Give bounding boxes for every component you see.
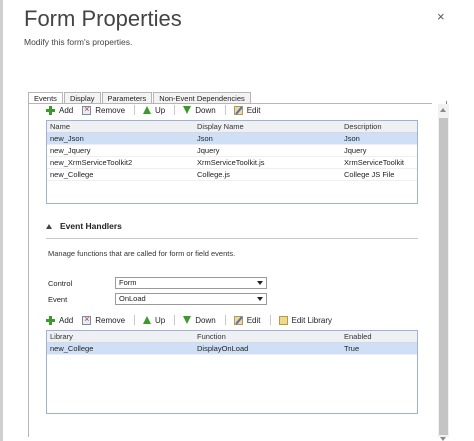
remove-icon bbox=[82, 314, 92, 325]
column-header-description[interactable]: Description bbox=[341, 121, 417, 132]
toolbar-separator bbox=[134, 315, 136, 325]
form-libraries-table: Name Display Name Description new_Json J… bbox=[46, 120, 418, 204]
move-up-handler-button[interactable]: Up bbox=[143, 316, 165, 325]
event-handlers-table: Library Function Enabled new_College Dis… bbox=[46, 330, 418, 414]
toolbar-separator bbox=[174, 315, 176, 325]
arrow-up-icon bbox=[143, 106, 152, 114]
edit-library-icon bbox=[278, 315, 288, 325]
scroll-down-icon[interactable] bbox=[440, 437, 446, 441]
section-divider bbox=[46, 238, 418, 239]
table-row[interactable]: new_XrmServiceToolkit2 XrmServiceToolkit… bbox=[47, 157, 417, 169]
toolbar-separator bbox=[224, 315, 226, 325]
arrow-up-icon bbox=[143, 316, 152, 324]
page-subtitle: Modify this form's properties. bbox=[24, 37, 133, 47]
toolbar-separator bbox=[134, 105, 136, 115]
add-library-button[interactable]: Add bbox=[46, 105, 73, 115]
move-down-library-button[interactable]: Down bbox=[183, 106, 216, 115]
event-handlers-description: Manage functions that are called for for… bbox=[48, 249, 236, 258]
edit-icon bbox=[233, 105, 243, 115]
move-up-library-button[interactable]: Up bbox=[143, 106, 165, 115]
control-select[interactable]: Form bbox=[115, 277, 267, 289]
toolbar-separator bbox=[174, 105, 176, 115]
table-row[interactable]: new_Jquery Jquery Jquery bbox=[47, 145, 417, 157]
column-header-enabled[interactable]: Enabled bbox=[341, 331, 417, 342]
scrollbar-thumb[interactable] bbox=[439, 118, 448, 435]
form-properties-dialog: Form Properties Modify this form's prope… bbox=[0, 0, 474, 441]
arrow-down-icon bbox=[183, 106, 192, 114]
toolbar-separator bbox=[269, 315, 271, 325]
edit-handler-button[interactable]: Edit bbox=[233, 315, 261, 325]
table-header: Name Display Name Description bbox=[47, 121, 417, 133]
libraries-toolbar: Add Remove Up Down Edit bbox=[46, 104, 270, 116]
plus-icon bbox=[46, 315, 55, 325]
edit-icon bbox=[233, 315, 243, 325]
window-edge bbox=[0, 0, 3, 441]
remove-handler-button[interactable]: Remove bbox=[82, 314, 125, 325]
column-header-display-name[interactable]: Display Name bbox=[194, 121, 341, 132]
event-select[interactable]: OnLoad bbox=[115, 293, 267, 305]
table-row[interactable]: new_Json Json Json bbox=[47, 133, 417, 145]
toolbar-separator bbox=[224, 105, 226, 115]
handlers-toolbar: Add Remove Up Down Edit Edit Library bbox=[46, 314, 341, 326]
table-row[interactable]: new_College College.js College JS File bbox=[47, 169, 417, 181]
column-header-function[interactable]: Function bbox=[194, 331, 341, 342]
edit-library-button[interactable]: Edit bbox=[233, 105, 261, 115]
table-header: Library Function Enabled bbox=[47, 331, 417, 343]
event-handlers-header[interactable]: Event Handlers bbox=[46, 221, 122, 231]
move-down-handler-button[interactable]: Down bbox=[183, 316, 216, 325]
scroll-up-icon[interactable] bbox=[440, 108, 446, 112]
table-row[interactable]: new_College DisplayOnLoad True bbox=[47, 343, 417, 355]
add-handler-button[interactable]: Add bbox=[46, 315, 73, 325]
control-label: Control bbox=[48, 279, 73, 288]
remove-icon bbox=[82, 104, 92, 115]
collapse-triangle-icon[interactable] bbox=[46, 223, 52, 229]
chevron-down-icon bbox=[257, 297, 263, 301]
close-icon[interactable]: × bbox=[437, 10, 445, 24]
chevron-down-icon bbox=[257, 281, 263, 285]
arrow-down-icon bbox=[183, 316, 192, 324]
edit-library-handler-button[interactable]: Edit Library bbox=[278, 315, 332, 325]
remove-library-button[interactable]: Remove bbox=[82, 104, 125, 115]
column-header-library[interactable]: Library bbox=[47, 331, 194, 342]
vertical-scrollbar[interactable] bbox=[438, 104, 449, 441]
page-title: Form Properties bbox=[24, 6, 182, 31]
column-header-name[interactable]: Name bbox=[47, 121, 194, 132]
plus-icon bbox=[46, 105, 55, 115]
event-label: Event bbox=[48, 295, 68, 304]
